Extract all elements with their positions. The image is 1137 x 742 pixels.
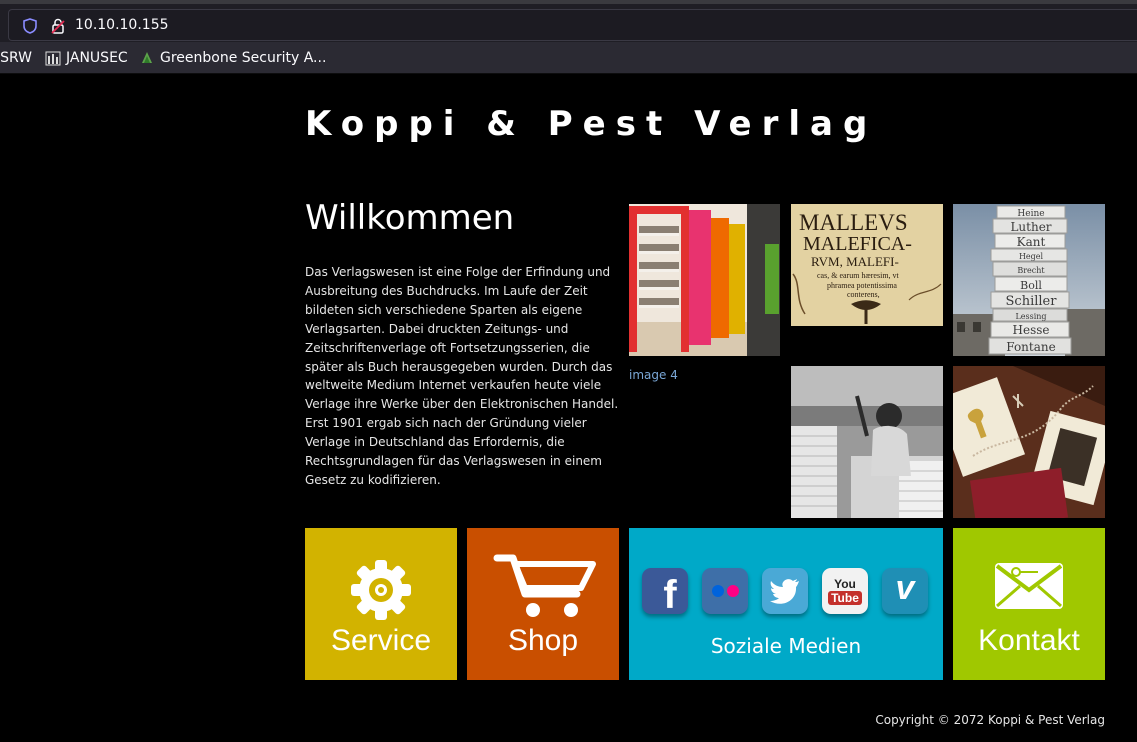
page-content: Koppi & Pest Verlag Willkommen Das Verla… [0,74,1137,742]
greenbone-icon [142,52,152,63]
malleus-line: cas, & earum hæresim, vt [817,271,900,280]
contact-label: Kontakt [978,624,1080,657]
facebook-icon[interactable]: f [642,568,688,617]
site-title: Koppi & Pest Verlag [305,104,878,144]
book-spine: Fontane [1006,340,1055,354]
intro-text: Das Verlagswesen ist eine Folge der Erfi… [305,265,619,487]
gallery-image-shelves[interactable] [629,204,780,356]
bookmark-label: ISRW [0,50,33,66]
shield-icon[interactable] [23,18,37,34]
shop-tile[interactable]: Shop [467,528,619,680]
url-text[interactable]: 10.10.10.155 [75,17,169,33]
malleus-line: conterens, [847,290,880,299]
book-spine: Schiller [1006,294,1058,309]
vimeo-icon[interactable]: v [882,568,928,614]
malleus-line: phramea potentissima [827,281,897,290]
service-tile[interactable]: Service [305,528,457,680]
bookmark-janusec[interactable]: JANUSEC [45,50,128,66]
copyright-text: Copyright © 2072 Koppi & Pest Verlag [875,713,1105,727]
image-caption[interactable]: image 4 [629,368,678,382]
gallery-image-bookbinder[interactable] [791,366,943,518]
service-label: Service [330,624,432,657]
page-heading: Willkommen [305,198,515,238]
book-spine: Brecht [1017,266,1045,275]
address-bar[interactable]: 10.10.10.155 [8,9,1137,41]
book-spine: Kant [1017,235,1046,249]
lock-insecure-icon[interactable] [51,18,65,34]
gallery-image-malleus[interactable]: MALLEVS MALEFICA- RVM, MALEFI- cas, & ea… [791,204,943,326]
bookmarks-toolbar: ISRW JANUSEC Greenbone Security A... [0,42,1137,74]
browser-toolbar: 10.10.10.155 [0,0,1137,42]
bookmark-greenbone[interactable]: Greenbone Security A... [139,50,326,66]
book-spine: Heine [1017,209,1044,219]
janusec-icon [45,51,61,66]
social-media-label: Soziale Medien [710,634,862,658]
book-spine: Luther [1010,220,1051,234]
book-spine: Lessing [1015,312,1046,321]
bookmark-isrw[interactable]: ISRW [0,50,32,66]
flickr-icon[interactable] [702,568,748,614]
shopping-cart-icon [493,554,596,617]
book-spine: Boll [1020,279,1042,292]
shop-label: Shop [507,624,579,657]
malleus-line: MALLEVS [799,210,908,235]
envelope-icon [995,563,1063,609]
bookmark-label: Greenbone Security A... [160,50,327,66]
malleus-line: MALEFICA- [803,233,912,255]
book-spine: Hesse [1013,323,1050,337]
malleus-line: RVM, MALEFI- [811,254,899,269]
contact-tile[interactable]: Kontakt [953,528,1105,680]
book-spine: Hegel [1019,252,1044,261]
social-media-tile[interactable]: f You Tube v Soziale Medien [629,528,943,680]
bookmark-label: JANUSEC [66,50,128,66]
twitter-icon[interactable] [762,568,808,614]
gear-icon [351,560,411,620]
gallery-image-rosary[interactable] [953,366,1105,518]
youtube-icon[interactable]: You Tube [822,568,868,614]
gallery-image-book-stack[interactable]: Heine Luther Kant Hegel Brecht Boll Schi… [953,204,1105,356]
